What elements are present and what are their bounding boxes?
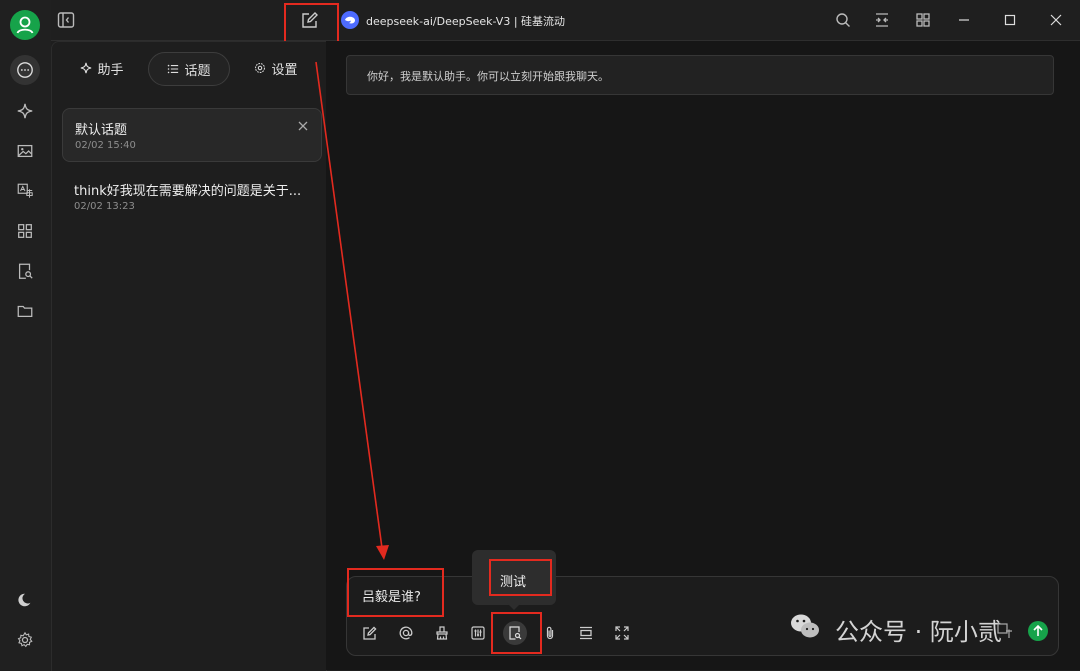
new-topic-tool-button[interactable] <box>359 622 381 644</box>
list-icon <box>168 64 179 74</box>
image-icon <box>17 144 33 158</box>
topic-time: 02/02 15:40 <box>75 140 136 151</box>
expand-icon <box>615 626 629 640</box>
grid-icon <box>18 224 32 238</box>
topic-title: 默认话题 <box>75 123 128 138</box>
chat-bubble-icon <box>17 62 33 78</box>
layout-button[interactable] <box>911 8 935 32</box>
sliders-icon <box>471 626 485 640</box>
tab-label: 话题 <box>184 63 211 79</box>
expand-height-button[interactable] <box>575 622 597 644</box>
edit-icon <box>363 626 377 640</box>
topic-item[interactable]: 默认话题 02/02 15:40 <box>62 108 322 162</box>
icon-rail <box>0 0 51 670</box>
moon-icon <box>18 593 31 607</box>
gear-icon <box>255 63 266 73</box>
tab-topics[interactable]: 话题 <box>148 52 230 86</box>
theme-toggle-button[interactable] <box>10 585 40 615</box>
mention-model-button[interactable] <box>395 622 417 644</box>
grid-icon <box>916 13 930 27</box>
search-button[interactable] <box>831 8 855 32</box>
topic-title: think好我现在需要解决的问题是关于... <box>74 184 302 199</box>
search-icon <box>836 13 850 27</box>
apps-nav-button[interactable] <box>10 216 40 246</box>
translate-button[interactable] <box>996 622 1014 640</box>
annotation-highlight-tooltip <box>489 559 552 596</box>
sidebar-toggle-icon <box>57 12 75 28</box>
sparkle-icon <box>81 62 92 74</box>
gear-icon <box>17 631 33 648</box>
sparkle-icon <box>17 103 33 119</box>
expand-vertical-icon <box>580 626 592 640</box>
files-nav-button[interactable] <box>10 296 40 326</box>
settings-nav-button[interactable] <box>10 625 40 655</box>
settings-tool-button[interactable] <box>467 622 489 644</box>
translate-icon <box>997 623 1012 638</box>
minimize-icon <box>959 19 969 21</box>
close-window-button[interactable] <box>1044 8 1068 32</box>
wechat-logo <box>790 612 820 640</box>
translate-nav-button[interactable] <box>10 176 40 206</box>
annotation-highlight-knowledge-button <box>491 612 542 654</box>
topic-item[interactable]: think好我现在需要解决的问题是关于... 02/02 13:23 <box>62 170 320 222</box>
agents-nav-button[interactable] <box>10 96 40 126</box>
window-title: deepseek-ai/DeepSeek-V3 | 硅基流动 <box>366 15 566 28</box>
assistant-greeting-message: 你好，我是默认助手。你可以立刻开始跟我聊天。 <box>346 55 1054 95</box>
paperclip-icon <box>546 626 554 640</box>
model-logo <box>341 11 359 29</box>
toggle-sidebar-button[interactable] <box>56 10 76 30</box>
delete-topic-button[interactable] <box>297 120 309 132</box>
close-icon <box>298 121 308 131</box>
deepseek-whale-icon <box>341 11 359 29</box>
maximize-button[interactable] <box>998 8 1022 32</box>
tooltip-arrow <box>507 603 521 610</box>
minimize-button[interactable] <box>952 8 976 32</box>
arrow-up-icon <box>1033 624 1043 636</box>
topic-time: 02/02 13:23 <box>74 201 135 212</box>
tab-settings[interactable]: 设置 <box>244 52 308 84</box>
broom-icon <box>436 626 448 640</box>
collapse-width-icon <box>876 13 888 27</box>
tab-label: 助手 <box>97 62 124 78</box>
topics-panel: 助手 话题 设置 默认话题 02/02 15:40 think好我现在需要解决的… <box>51 41 327 671</box>
tab-assistant[interactable]: 助手 <box>70 52 134 84</box>
annotation-highlight-input <box>347 568 444 617</box>
clear-context-button[interactable] <box>431 622 453 644</box>
image-nav-button[interactable] <box>10 136 40 166</box>
narrow-mode-button[interactable] <box>870 8 894 32</box>
message-text: 你好，我是默认助手。你可以立刻开始跟我聊天。 <box>367 70 609 83</box>
wechat-icon <box>791 614 819 638</box>
watermark-text: 公众号 · 阮小贰 <box>835 618 1002 646</box>
avatar[interactable] <box>10 10 40 40</box>
maximize-icon <box>1004 14 1016 26</box>
attach-file-button[interactable] <box>539 622 561 644</box>
document-search-icon <box>18 263 33 279</box>
send-button[interactable] <box>1028 621 1048 641</box>
chat-nav-button[interactable] <box>10 55 40 85</box>
translate-icon <box>17 183 33 198</box>
at-sign-icon <box>399 626 413 640</box>
tab-label: 设置 <box>271 62 298 78</box>
fullscreen-button[interactable] <box>611 622 633 644</box>
folder-icon <box>17 305 33 318</box>
user-icon <box>10 10 40 40</box>
close-icon <box>1050 14 1062 26</box>
knowledge-nav-button[interactable] <box>10 256 40 286</box>
